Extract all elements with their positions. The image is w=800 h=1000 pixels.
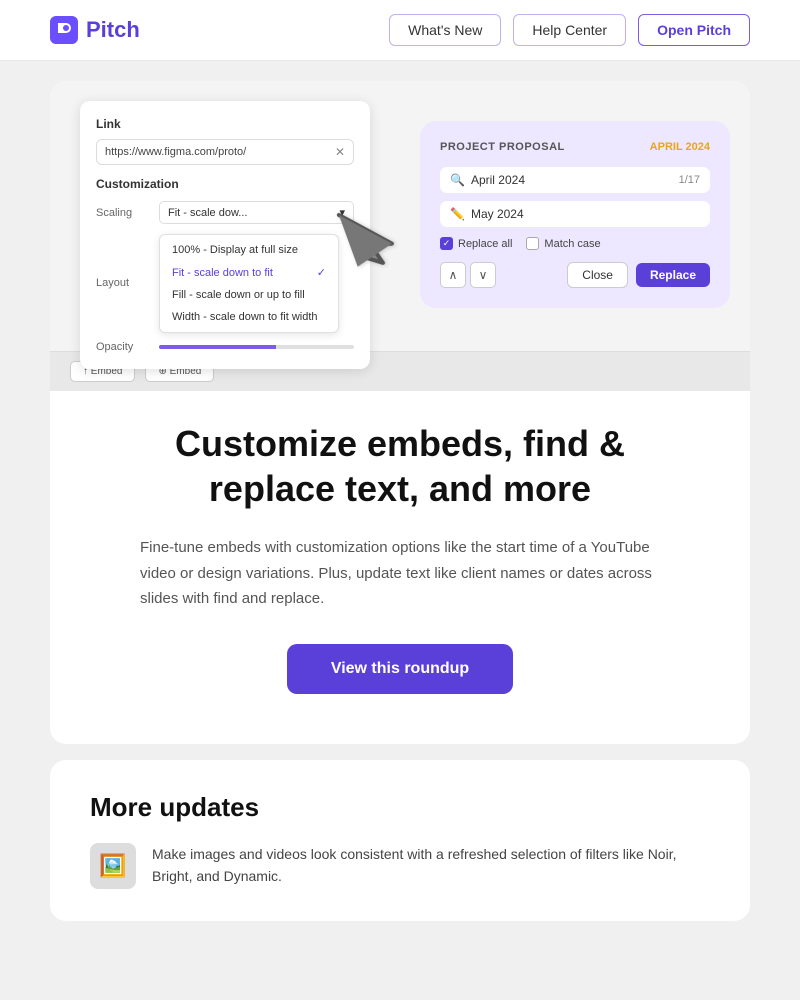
update-icon: 🖼️ xyxy=(90,843,136,889)
dropdown-item-4[interactable]: Width - scale down to fit width xyxy=(160,306,338,328)
text-section: Customize embeds, find & replace text, a… xyxy=(50,391,750,704)
update-item: 🖼️ Make images and videos look consisten… xyxy=(90,843,710,889)
opacity-row: Opacity xyxy=(96,341,354,353)
project-header: PROJECT PROPOSAL APRIL 2024 xyxy=(440,141,710,153)
find-replace-panel: PROJECT PROPOSAL APRIL 2024 🔍 April 2024… xyxy=(420,121,730,308)
scaling-row: Scaling Fit - scale dow... ▾ xyxy=(96,201,354,224)
header: Pitch What's New Help Center Open Pitch xyxy=(0,0,800,61)
checkmark-icon: ✓ xyxy=(317,266,326,279)
match-case-label: Match case xyxy=(544,238,600,250)
embed-panel: Link https://www.figma.com/proto/ ✕ Cust… xyxy=(80,101,370,369)
logo: Pitch xyxy=(50,16,140,44)
scaling-value: Fit - scale dow... xyxy=(168,207,247,219)
replace-value-text: May 2024 xyxy=(471,207,700,221)
dropdown-menu: 100% - Display at full size Fit - scale … xyxy=(159,234,339,333)
scaling-label: Scaling xyxy=(96,207,151,219)
feature-card: Link https://www.figma.com/proto/ ✕ Cust… xyxy=(50,81,750,744)
help-center-button[interactable]: Help Center xyxy=(513,14,626,46)
next-button[interactable]: ∨ xyxy=(470,262,496,288)
nav-buttons: What's New Help Center Open Pitch xyxy=(389,14,750,46)
open-pitch-button[interactable]: Open Pitch xyxy=(638,14,750,46)
update-text: Make images and videos look consistent w… xyxy=(152,843,710,888)
feature-description: Fine-tune embeds with customization opti… xyxy=(140,535,660,612)
more-updates-card: More updates 🖼️ Make images and videos l… xyxy=(50,760,750,921)
project-date-label: APRIL 2024 xyxy=(650,141,710,153)
more-updates-title: More updates xyxy=(90,792,710,823)
layout-label: Layout xyxy=(96,277,151,289)
logo-text: Pitch xyxy=(86,17,140,43)
feature-headline: Customize embeds, find & replace text, a… xyxy=(110,421,690,511)
scaling-select[interactable]: Fit - scale dow... ▾ xyxy=(159,201,354,224)
search-count: 1/17 xyxy=(679,174,700,186)
dropdown-item-1[interactable]: 100% - Display at full size xyxy=(160,239,338,261)
link-url-text: https://www.figma.com/proto/ xyxy=(105,146,329,158)
search-row: 🔍 April 2024 1/17 xyxy=(440,167,710,193)
opacity-label: Opacity xyxy=(96,341,151,353)
nav-arrows: ∧ ∨ xyxy=(440,262,496,288)
main-content: Link https://www.figma.com/proto/ ✕ Cust… xyxy=(0,81,800,921)
dropdown-item-2[interactable]: Fit - scale down to fit ✓ xyxy=(160,261,338,284)
screenshot-area: Link https://www.figma.com/proto/ ✕ Cust… xyxy=(50,81,750,391)
project-title-label: PROJECT PROPOSAL xyxy=(440,141,565,153)
edit-icon: ✏️ xyxy=(450,207,465,221)
replace-row: ✏️ May 2024 xyxy=(440,201,710,227)
customization-section: Customization Scaling Fit - scale dow...… xyxy=(96,177,354,353)
actions-row: ∧ ∨ Close Replace xyxy=(440,262,710,288)
options-row: Replace all Match case xyxy=(440,237,710,250)
layout-row: Layout 100% - Display at full size Fit -… xyxy=(96,232,354,333)
search-value-text: April 2024 xyxy=(471,173,673,187)
filter-icon: 🖼️ xyxy=(99,853,126,879)
pitch-logo-icon xyxy=(50,16,78,44)
close-button[interactable]: Close xyxy=(567,262,628,288)
match-case-checkbox[interactable] xyxy=(526,237,539,250)
embed-panel-label: Link xyxy=(96,117,354,131)
customization-label: Customization xyxy=(96,177,354,191)
replace-button[interactable]: Replace xyxy=(636,263,710,287)
search-icon: 🔍 xyxy=(450,173,465,187)
dropdown-item-3[interactable]: Fill - scale down or up to fill xyxy=(160,284,338,306)
replace-all-option: Replace all xyxy=(440,237,512,250)
replace-all-checkbox[interactable] xyxy=(440,237,453,250)
match-case-option: Match case xyxy=(526,237,600,250)
link-clear-button[interactable]: ✕ xyxy=(335,145,345,159)
prev-button[interactable]: ∧ xyxy=(440,262,466,288)
whats-new-button[interactable]: What's New xyxy=(389,14,501,46)
view-roundup-button[interactable]: View this roundup xyxy=(287,644,513,694)
replace-all-label: Replace all xyxy=(458,238,512,250)
opacity-bar[interactable] xyxy=(159,345,354,349)
link-input-row: https://www.figma.com/proto/ ✕ xyxy=(96,139,354,165)
